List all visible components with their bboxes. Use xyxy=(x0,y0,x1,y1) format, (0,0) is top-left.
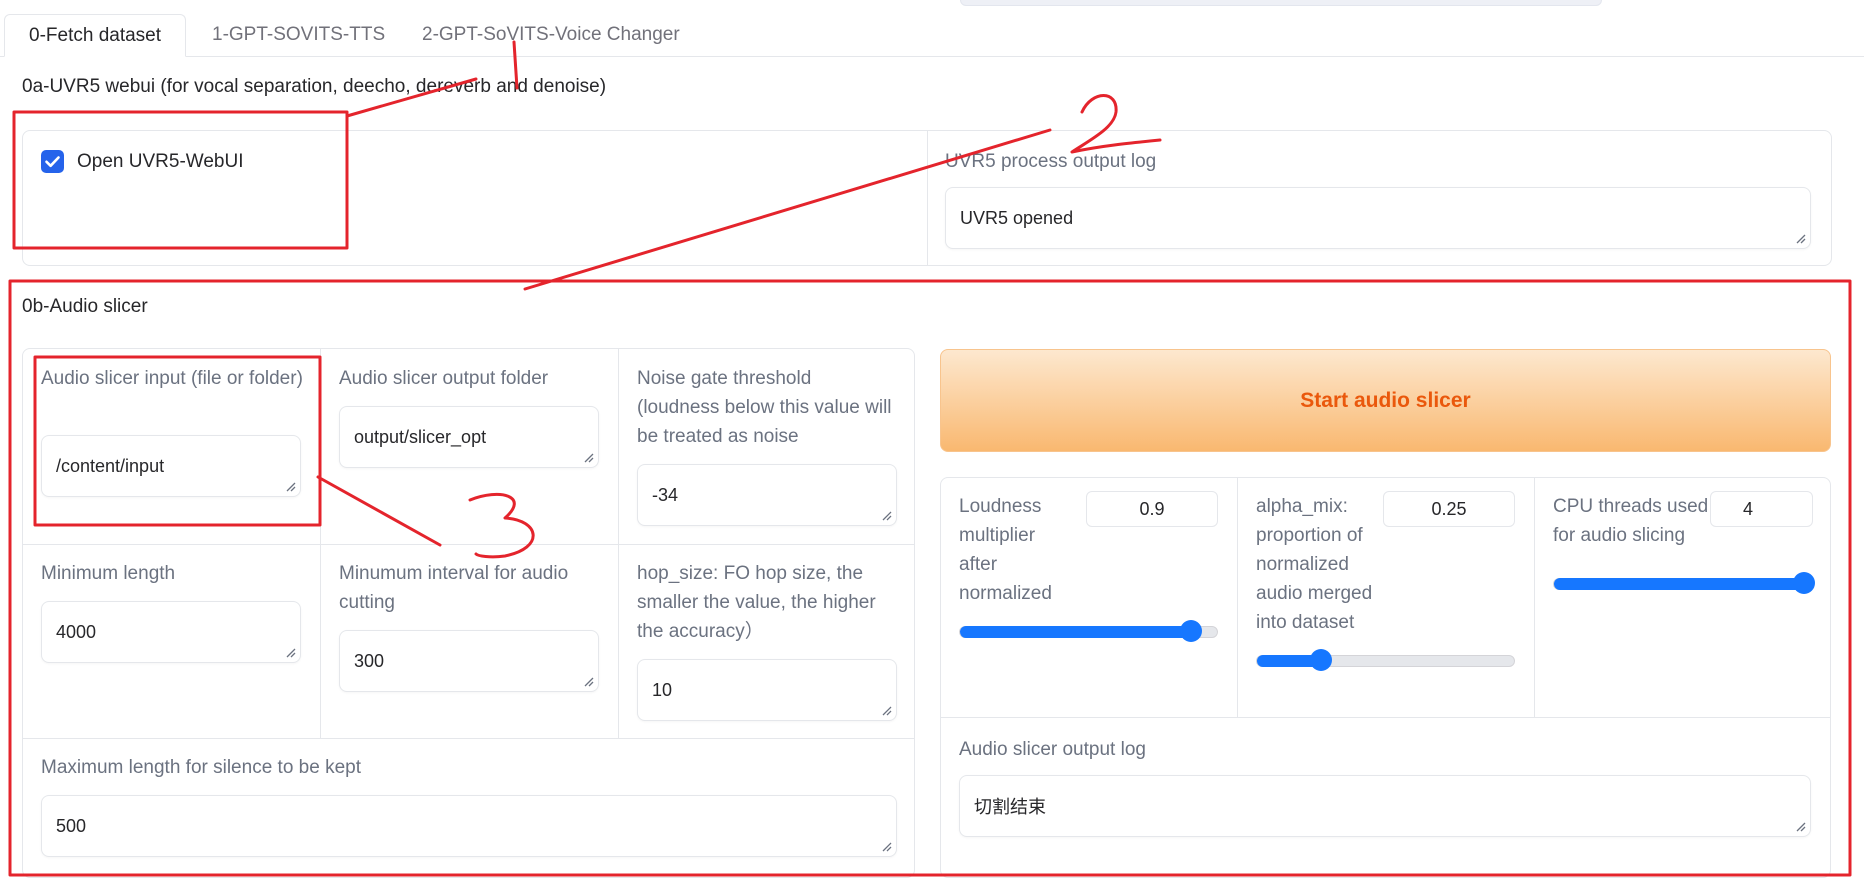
max-silence-label: Maximum length for silence to be kept xyxy=(41,757,361,778)
alpha-mix-slider[interactable] xyxy=(1256,649,1515,671)
cpu-threads-label: CPU threads used for audio slicing xyxy=(1553,496,1709,546)
hop-size-value: 10 xyxy=(652,679,673,700)
alpha-mix-number-input[interactable]: 0.25 xyxy=(1383,491,1515,527)
cpu-threads-slider[interactable] xyxy=(1553,572,1815,594)
slicer-output-value: output/slicer_opt xyxy=(354,426,487,447)
min-interval-textbox[interactable]: 300 xyxy=(339,630,599,692)
checkmark-icon xyxy=(45,156,60,168)
hop-size-label: hop_size: FO hop size, the smaller the v… xyxy=(637,563,876,642)
slicer-input-textbox[interactable]: /content/input xyxy=(41,435,301,497)
max-silence-value: 500 xyxy=(56,815,87,836)
resize-handle-icon[interactable] xyxy=(1794,232,1806,244)
uvr5-log-label: UVR5 process output log xyxy=(945,151,1157,172)
min-interval-value: 300 xyxy=(354,650,385,671)
slicer-input-label: Audio slicer input (file or folder) xyxy=(41,368,303,389)
min-length-label: Minimum length xyxy=(41,563,176,584)
open-uvr5-checkbox[interactable] xyxy=(41,150,64,173)
uvr5-log-textbox[interactable]: UVR5 opened xyxy=(945,187,1811,249)
hop-size-textbox[interactable]: 10 xyxy=(637,659,897,721)
min-length-textbox[interactable]: 4000 xyxy=(41,601,301,663)
alpha-mix-slider-thumb[interactable] xyxy=(1310,649,1333,671)
slicer-log-label: Audio slicer output log xyxy=(959,739,1146,760)
start-audio-slicer-button[interactable]: Start audio slicer xyxy=(940,349,1831,452)
threshold-label: Noise gate threshold (loudness below thi… xyxy=(637,368,892,447)
cpu-threads-number-input[interactable]: 4 xyxy=(1710,491,1813,527)
resize-handle-icon[interactable] xyxy=(284,646,296,658)
slicer-params-panel: Audio slicer input (file or folder) /con… xyxy=(22,348,915,878)
slicer-log-value: 切割结束 xyxy=(974,797,1046,818)
slicer-log-textbox[interactable]: 切割结束 xyxy=(959,775,1811,837)
resize-handle-icon[interactable] xyxy=(880,509,892,521)
uvr5-log-value: UVR5 opened xyxy=(960,207,1074,228)
open-uvr5-label[interactable]: Open UVR5-WebUI xyxy=(77,147,244,176)
alpha-mix-label: alpha_mix: proportion of normalized audi… xyxy=(1256,496,1373,633)
resize-handle-icon[interactable] xyxy=(582,451,594,463)
tab-fetch-dataset[interactable]: 0-Fetch dataset xyxy=(4,14,187,57)
tab-voice-changer[interactable]: 2-GPT-SoVITS-Voice Changer xyxy=(398,14,704,56)
slicer-output-textbox[interactable]: output/slicer_opt xyxy=(339,406,599,468)
slicer-input-value: /content/input xyxy=(56,455,165,476)
slicer-output-label: Audio slicer output folder xyxy=(339,368,549,389)
top-scroll-strip xyxy=(0,0,1864,10)
resize-handle-icon[interactable] xyxy=(1794,820,1806,832)
slicer-options-panel: Loudness multiplier after normalized 0.9… xyxy=(940,477,1831,878)
resize-handle-icon[interactable] xyxy=(284,480,296,492)
min-interval-label: Minumum interval for audio cutting xyxy=(339,563,569,613)
resize-handle-icon[interactable] xyxy=(880,840,892,852)
resize-handle-icon[interactable] xyxy=(880,704,892,716)
max-silence-textbox[interactable]: 500 xyxy=(41,795,897,857)
loudness-slider[interactable] xyxy=(959,620,1218,642)
resize-handle-icon[interactable] xyxy=(582,675,594,687)
loudness-number-input[interactable]: 0.9 xyxy=(1086,491,1218,527)
tab-gpt-sovits-tts[interactable]: 1-GPT-SOVITS-TTS xyxy=(188,14,409,56)
cpu-threads-slider-thumb[interactable] xyxy=(1793,572,1815,594)
loudness-slider-thumb[interactable] xyxy=(1180,620,1203,642)
uvr5-section-title: 0a-UVR5 webui (for vocal separation, dee… xyxy=(22,76,607,97)
uvr5-panel: Open UVR5-WebUI UVR5 process output log … xyxy=(22,130,1832,266)
min-length-value: 4000 xyxy=(56,621,97,642)
slicer-section-title: 0b-Audio slicer xyxy=(22,296,148,317)
threshold-value: -34 xyxy=(652,484,679,505)
tab-bar: 0-Fetch dataset 1-GPT-SOVITS-TTS 2-GPT-S… xyxy=(0,14,1864,57)
threshold-textbox[interactable]: -34 xyxy=(637,464,897,526)
loudness-label: Loudness multiplier after normalized xyxy=(959,496,1052,604)
